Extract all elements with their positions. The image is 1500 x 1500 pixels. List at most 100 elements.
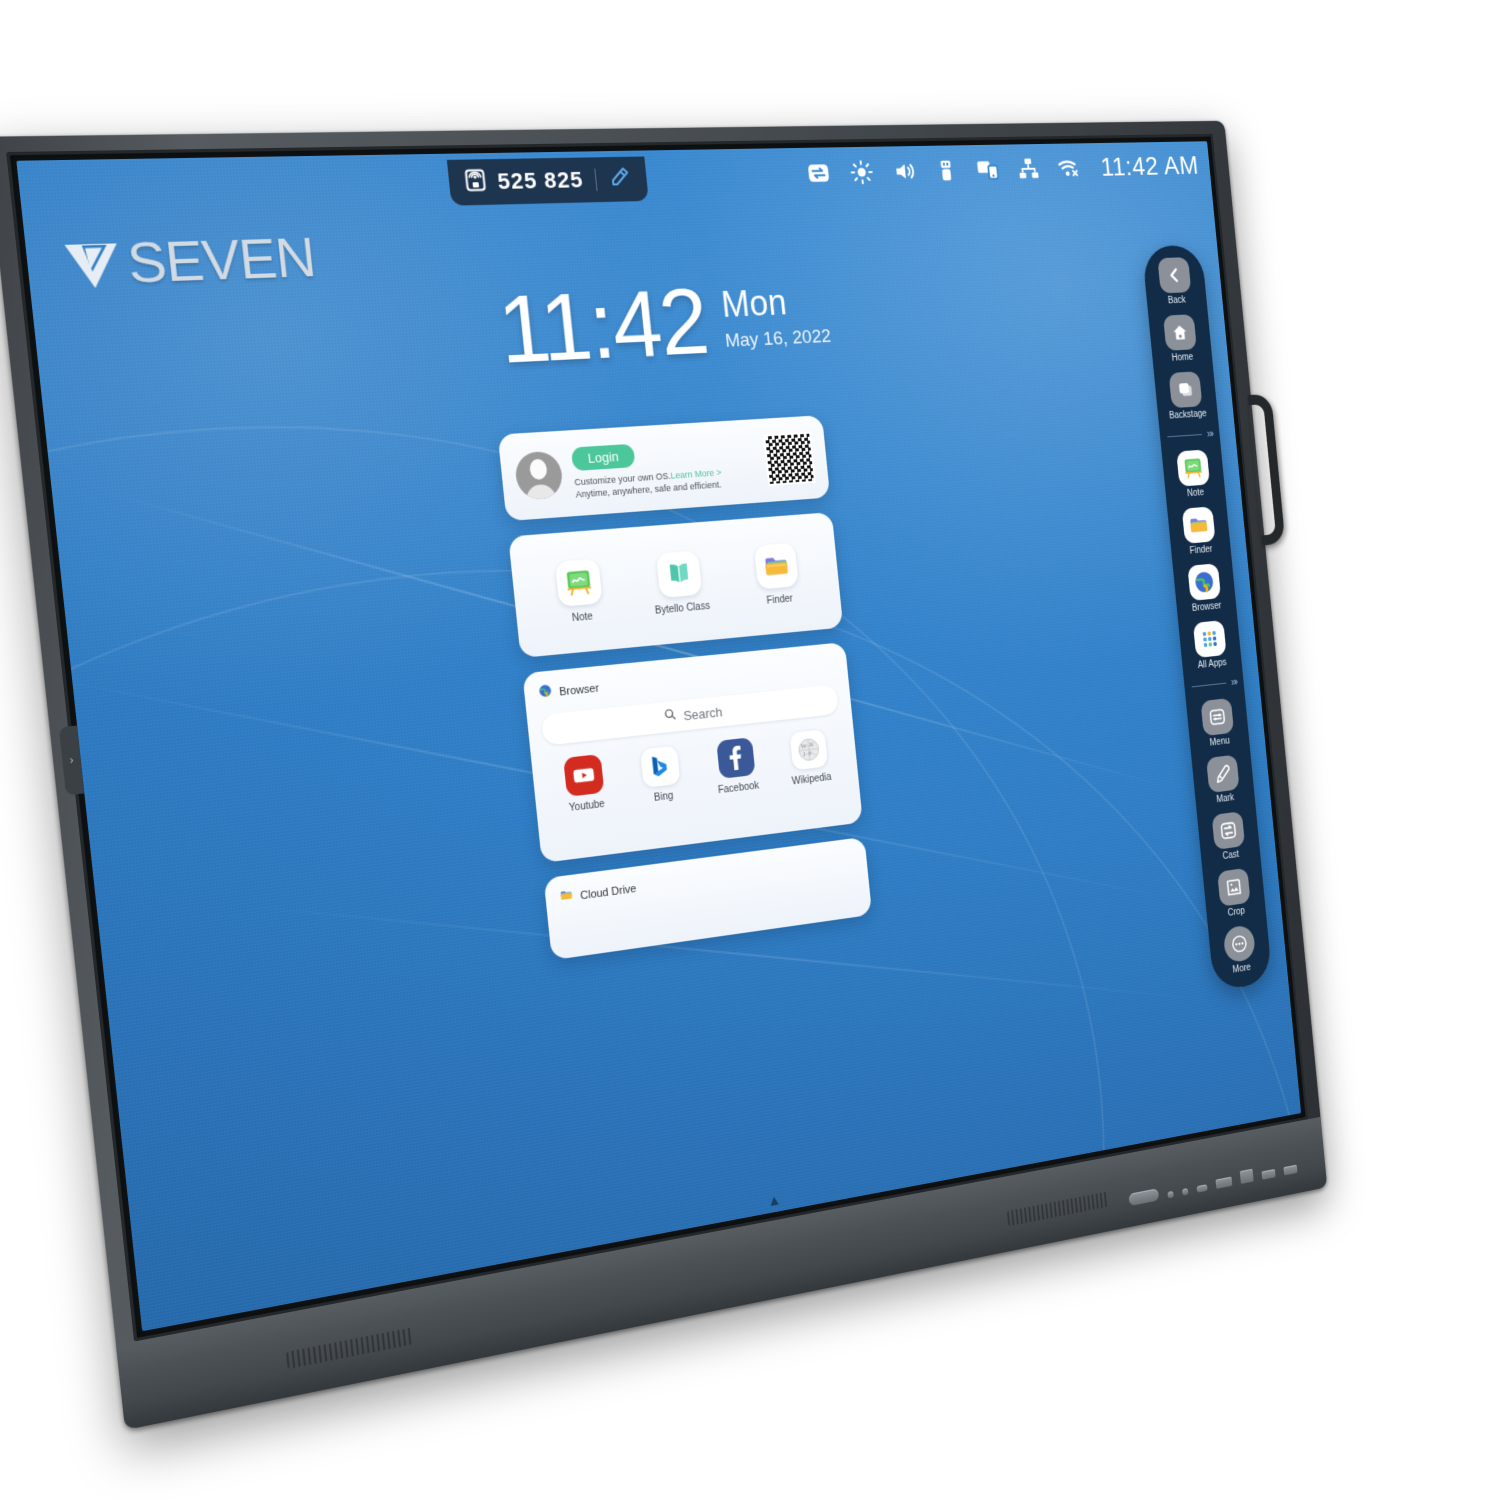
clock-widget: 11:42 Mon May 16, 2022 (495, 275, 834, 375)
interactive-flat-panel: › 525 825 11:42 AM SEVEN 11:42 Mon May 1… (0, 121, 1327, 1430)
bing-icon (640, 745, 680, 787)
sidebar-item-mark-label: Mark (1216, 793, 1235, 805)
more-dots-icon (1223, 924, 1256, 963)
usb-a-port-2 (1283, 1165, 1297, 1176)
sidebar-item-cast-label: Cast (1222, 849, 1239, 861)
sidebar-item-mark[interactable]: Mark (1192, 753, 1255, 808)
sidebar-item-finder-label: Finder (1189, 544, 1213, 556)
cast-icon (1212, 811, 1246, 850)
book-icon (656, 550, 702, 598)
sidebar-item-all-apps-label: All Apps (1197, 658, 1227, 671)
shortcut-wikipedia[interactable]: WK IP Wikipedia (777, 728, 843, 789)
qr-code-icon[interactable] (763, 432, 816, 486)
browser-card-title: Browser (559, 682, 600, 698)
learn-more-link[interactable]: Learn More > (670, 467, 722, 480)
shortcut-youtube-label: Youtube (569, 799, 606, 814)
screen-share-icon[interactable] (975, 157, 1000, 182)
folder-icon (1182, 506, 1216, 543)
wallpaper-streak-2 (25, 673, 1172, 899)
marker-pen-icon (1206, 755, 1240, 794)
v7-mark-icon (59, 232, 127, 299)
pill-divider (594, 169, 597, 191)
home-swipe-indicator[interactable]: ▲ (767, 1192, 782, 1209)
indicator-led (1167, 1191, 1173, 1199)
touch-usb-port (1240, 1169, 1254, 1184)
sidebar-item-menu[interactable]: Menu (1186, 696, 1249, 751)
facebook-icon (716, 737, 755, 779)
app-bytello-class-label: Bytello Class (655, 601, 711, 617)
sidebar-item-finder[interactable]: Finder (1167, 505, 1231, 558)
sidebar-item-crop-label: Crop (1227, 906, 1245, 919)
quick-apps-card: Note Bytello Class Finder (508, 512, 843, 658)
windows-stack-icon (1169, 371, 1203, 408)
search-icon (663, 707, 677, 726)
pen-eraser-icon[interactable] (606, 164, 632, 194)
wallpaper-streak-1 (97, 489, 1172, 788)
sidebar-item-back[interactable]: Back (1143, 257, 1207, 307)
browser-shortcuts: Youtube Bing Facebook W K I P Wikipedia (545, 727, 846, 816)
shortcut-bing[interactable]: Bing (627, 744, 696, 807)
browser-card: Browser Search Youtube Bing Facebook W K… (522, 642, 863, 863)
clock-weekday: Mon (720, 283, 829, 323)
shortcut-bing-label: Bing (654, 791, 674, 804)
menu-slider-icon (1201, 698, 1235, 736)
home-icon (1163, 314, 1197, 351)
wikipedia-icon: WK IP (790, 729, 828, 770)
app-grid-icon (1193, 620, 1227, 658)
usb-c-port (1197, 1184, 1208, 1192)
launcher-card-stack: Login Customize your own OS.Learn More >… (498, 415, 873, 960)
wallpaper-glow-1 (16, 141, 756, 763)
login-tagline-2: Anytime, anywhere, safe and efficient. (575, 476, 757, 499)
sidebar-item-browser[interactable]: Browser (1173, 562, 1237, 615)
cloud-folder-icon (559, 887, 575, 908)
usb-icon[interactable] (933, 158, 958, 183)
sidebar-item-all-apps[interactable]: All Apps (1178, 619, 1242, 673)
input-source-icon[interactable] (805, 160, 831, 186)
sidebar-item-backstage[interactable]: Backstage (1154, 370, 1218, 422)
sidebar-item-note-label: Note (1187, 488, 1205, 499)
sidebar-item-browser-label: Browser (1192, 601, 1222, 614)
login-card: Login Customize your own OS.Learn More >… (498, 415, 831, 521)
brightness-icon[interactable] (849, 159, 875, 185)
sidebar-divider-1[interactable]: »› (1167, 428, 1213, 442)
hdmi-port (1216, 1177, 1233, 1189)
login-button[interactable]: Login (571, 443, 635, 470)
port-row (1128, 1160, 1297, 1206)
status-bar-clock: 11:42 AM (1099, 151, 1199, 183)
chevron-left-icon (1157, 257, 1191, 293)
ethernet-icon[interactable] (1016, 156, 1040, 181)
app-finder[interactable]: Finder (738, 541, 816, 608)
folder-icon (754, 543, 799, 590)
sidebar-item-crop[interactable]: Crop (1203, 866, 1266, 922)
sidebar-item-cast[interactable]: Cast (1197, 809, 1260, 865)
shortcut-facebook-label: Facebook (718, 780, 760, 796)
shortcut-wikipedia-label: Wikipedia (791, 772, 832, 787)
wifi-off-icon[interactable] (1056, 156, 1080, 181)
volume-icon[interactable] (891, 159, 916, 185)
shortcut-facebook[interactable]: Facebook (703, 736, 770, 798)
cloud-drive-header: Cloud Drive (559, 850, 855, 908)
status-bar: 11:42 AM (805, 151, 1200, 189)
sidebar-item-home[interactable]: Home (1148, 314, 1212, 365)
clock-time: 11:42 (495, 280, 711, 375)
note-easel-icon (1176, 449, 1210, 486)
v7-logo: SEVEN (59, 226, 318, 299)
sidebar-item-more-label: More (1232, 962, 1251, 975)
app-bytello-class[interactable]: Bytello Class (640, 549, 720, 617)
clock-date: May 16, 2022 (724, 326, 832, 353)
browser-globe-icon (538, 683, 554, 704)
sidebar-divider-2[interactable]: »› (1191, 676, 1237, 692)
cloud-drive-card: Cloud Drive (544, 837, 873, 960)
app-finder-label: Finder (766, 593, 793, 606)
screenshot-stage: › 525 825 11:42 AM SEVEN 11:42 Mon May 1… (0, 0, 1500, 1500)
speaker-grill-right (1007, 1191, 1110, 1226)
sidebar-item-more[interactable]: More (1208, 922, 1271, 979)
sidebar-item-home-label: Home (1171, 352, 1193, 363)
floating-sidebar: Back Home Backstage »› Note Finder Brows… (1142, 245, 1273, 992)
device-id-icon (464, 168, 487, 196)
sidebar-item-menu-label: Menu (1209, 736, 1230, 748)
sidebar-item-note[interactable]: Note (1162, 448, 1226, 500)
search-placeholder: Search (683, 704, 723, 723)
power-button[interactable] (1128, 1188, 1159, 1206)
speaker-grill-left (286, 1327, 415, 1369)
